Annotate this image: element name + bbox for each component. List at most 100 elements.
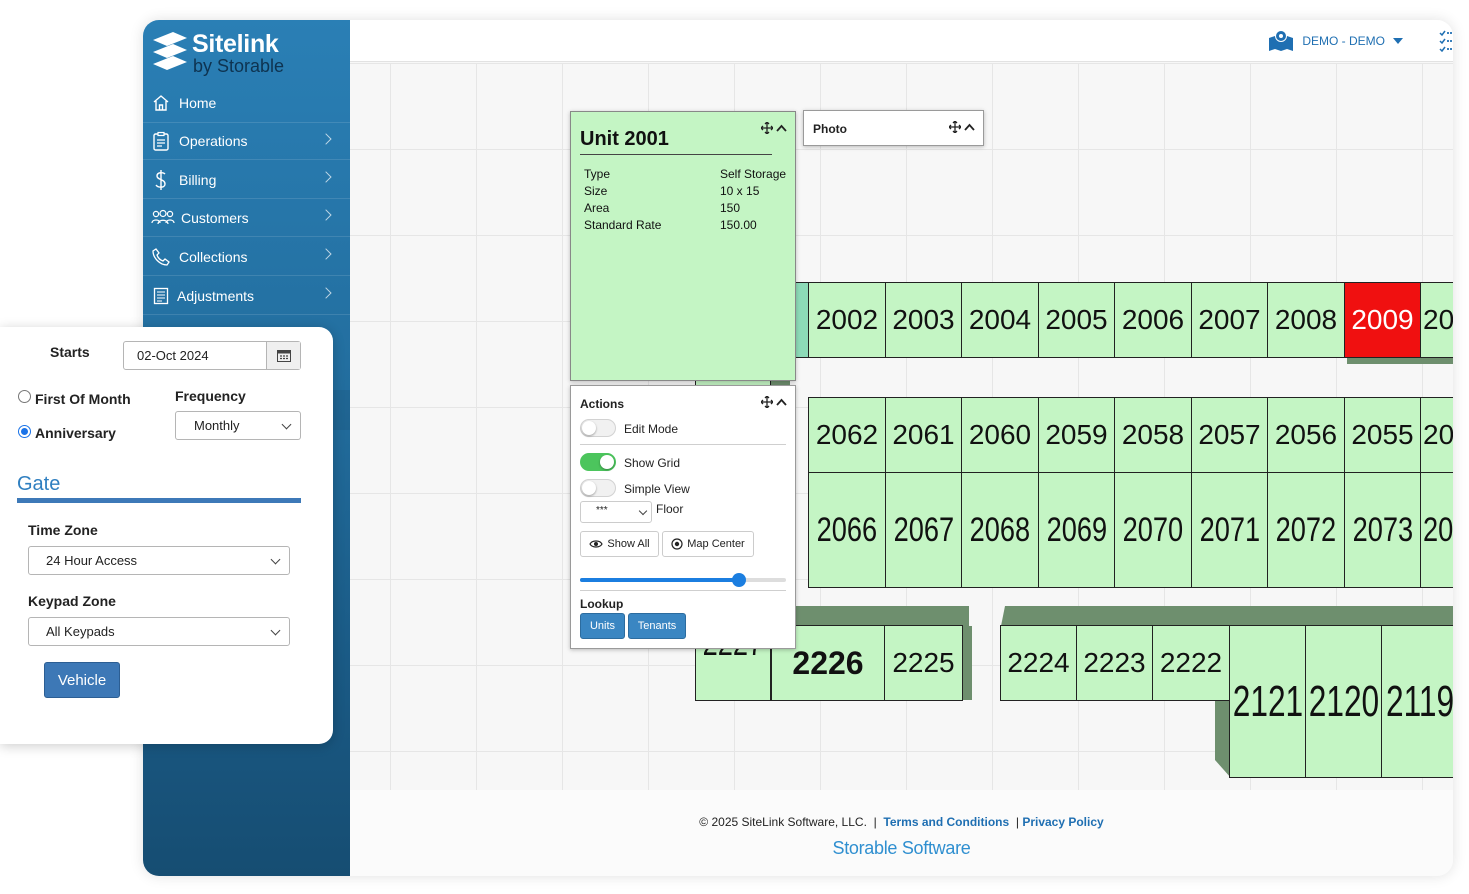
terms-link[interactable]: Terms and Conditions — [883, 815, 1009, 829]
map-unit-label: 2067 — [893, 510, 954, 549]
map-unit-2005[interactable]: 2005 — [1038, 282, 1115, 358]
move-icon[interactable] — [761, 122, 773, 134]
map-unit-2068[interactable]: 2068 — [961, 472, 1039, 588]
sidebar-item-adjustments[interactable]: Adjustments — [143, 277, 350, 315]
map-unit-2056[interactable]: 2056 — [1267, 397, 1345, 473]
floor-select-value: *** — [596, 505, 608, 516]
edit-mode-toggle[interactable] — [580, 419, 616, 437]
unit-detail-key: Standard Rate — [584, 218, 662, 232]
dollar-icon — [151, 169, 171, 190]
map-unit-2119[interactable]: 2119 — [1381, 625, 1453, 778]
frequency-select[interactable]: Monthly — [175, 411, 301, 440]
map-unit-2072[interactable]: 2072 — [1267, 472, 1345, 588]
map-unit-2002[interactable]: 2002 — [808, 282, 886, 358]
map-unit-label: 2071 — [1199, 510, 1260, 549]
chevron-down-icon — [270, 625, 281, 635]
time-zone-select[interactable]: 24 Hour Access — [28, 546, 290, 575]
keypad-zone-label: Keypad Zone — [28, 593, 116, 609]
simple-view-toggle[interactable] — [580, 479, 616, 497]
sidebar-item-home[interactable]: Home — [143, 84, 350, 122]
calendar-icon — [276, 350, 291, 362]
unit-detail-key: Area — [584, 201, 610, 215]
task-list-icon[interactable] — [1439, 30, 1453, 52]
starts-date-value: 02-Oct 2024 — [137, 348, 209, 363]
vehicle-button[interactable]: Vehicle — [44, 662, 120, 698]
sidebar-item-customers[interactable]: Customers — [143, 199, 350, 237]
map-unit-2073[interactable]: 2073 — [1344, 472, 1421, 588]
map-unit-2121[interactable]: 2121 — [1229, 625, 1306, 778]
map-unit-2069[interactable]: 2069 — [1038, 472, 1115, 588]
move-icon[interactable] — [949, 121, 961, 133]
facility-map[interactable]: 2001 2002 2003 2004 2005 2006 2007 2008 … — [350, 63, 1453, 790]
map-unit-label: 20 — [1423, 510, 1453, 549]
map-unit-2222[interactable]: 2222 — [1152, 625, 1230, 701]
actions-panel-title: Actions — [580, 397, 625, 411]
map-unit-partial[interactable]: 20 — [1420, 397, 1453, 473]
map-unit-2004[interactable]: 2004 — [961, 282, 1039, 358]
map-unit-2066[interactable]: 2066 — [808, 472, 886, 588]
map-unit-2007[interactable]: 2007 — [1191, 282, 1268, 358]
privacy-link[interactable]: Privacy Policy — [1022, 815, 1103, 829]
sitelink-logo[interactable]: Sitelink by Storable — [149, 28, 339, 84]
toggle-knob — [600, 455, 614, 469]
show-grid-toggle[interactable] — [580, 453, 616, 471]
map-unit-2003[interactable]: 2003 — [885, 282, 962, 358]
map-unit-2120[interactable]: 2120 — [1305, 625, 1382, 778]
map-unit-2055[interactable]: 2055 — [1344, 397, 1421, 473]
map-unit-2008[interactable]: 2008 — [1267, 282, 1345, 358]
first-of-month-radio[interactable] — [18, 390, 31, 403]
units-button[interactable]: Units — [580, 613, 625, 639]
map-unit-2058[interactable]: 2058 — [1114, 397, 1192, 473]
floor-select[interactable]: *** — [580, 501, 652, 523]
map-unit-label: 2066 — [816, 510, 878, 549]
map-unit-2062[interactable]: 2062 — [808, 397, 886, 473]
map-unit-partial[interactable]: 20 — [1420, 472, 1453, 588]
calendar-button[interactable] — [266, 342, 300, 369]
unit-detail-value: Self Storage — [720, 167, 787, 181]
site-selector[interactable]: DEMO - DEMO — [1268, 30, 1403, 52]
actions-panel: Actions Edit Mode Show Grid Simple View … — [570, 385, 796, 649]
move-icon[interactable] — [761, 396, 773, 408]
map-unit-2224[interactable]: 2224 — [1000, 625, 1077, 701]
collapse-icon[interactable] — [776, 398, 787, 406]
collapse-icon[interactable] — [964, 123, 975, 131]
map-unit-2070[interactable]: 2070 — [1114, 472, 1192, 588]
first-of-month-label[interactable]: First Of Month — [35, 391, 131, 407]
show-all-label: Show All — [607, 538, 650, 550]
unit-detail-key: Size — [584, 184, 608, 198]
map-unit-2059[interactable]: 2059 — [1038, 397, 1115, 473]
map-unit-label: 2119 — [1386, 676, 1453, 726]
zoom-slider[interactable] — [580, 573, 786, 587]
map-unit-2067[interactable]: 2067 — [885, 472, 962, 588]
map-center-button[interactable]: Map Center — [662, 531, 754, 557]
map-unit-label: 2069 — [1046, 510, 1107, 549]
show-all-button[interactable]: Show All — [580, 531, 659, 557]
starts-date-field[interactable]: 02-Oct 2024 — [123, 341, 301, 370]
map-unit-label: 2120 — [1308, 676, 1379, 726]
anniversary-label[interactable]: Anniversary — [35, 425, 116, 441]
map-unit-2060[interactable]: 2060 — [961, 397, 1039, 473]
collapse-icon[interactable] — [776, 124, 787, 132]
map-unit-2009[interactable]: 2009 — [1344, 282, 1421, 358]
map-unit-2225[interactable]: 2225 — [884, 625, 963, 701]
map-unit-2057[interactable]: 2057 — [1191, 397, 1268, 473]
app-window: Sitelink by Storable Home Operations Bil… — [143, 20, 1453, 876]
zoom-slider-thumb[interactable] — [731, 573, 746, 587]
map-unit-2223[interactable]: 2223 — [1076, 625, 1153, 701]
users-icon — [151, 208, 175, 228]
divider — [580, 590, 786, 591]
map-unit-partial[interactable]: 20 — [1420, 282, 1453, 358]
sidebar-item-label: Customers — [181, 209, 249, 226]
tenants-button[interactable]: Tenants — [628, 613, 686, 639]
map-marker-icon — [1269, 30, 1294, 51]
anniversary-radio[interactable] — [18, 425, 31, 438]
sidebar-item-billing[interactable]: Billing — [143, 161, 350, 199]
site-label: DEMO - DEMO — [1302, 34, 1385, 48]
sidebar-item-operations[interactable]: Operations — [143, 122, 350, 160]
keypad-zone-select[interactable]: All Keypads — [28, 617, 290, 646]
map-unit-2006[interactable]: 2006 — [1114, 282, 1192, 358]
chevron-right-icon — [320, 133, 332, 145]
map-unit-2061[interactable]: 2061 — [885, 397, 962, 473]
sidebar-item-collections[interactable]: Collections — [143, 238, 350, 276]
map-unit-2071[interactable]: 2071 — [1191, 472, 1268, 588]
